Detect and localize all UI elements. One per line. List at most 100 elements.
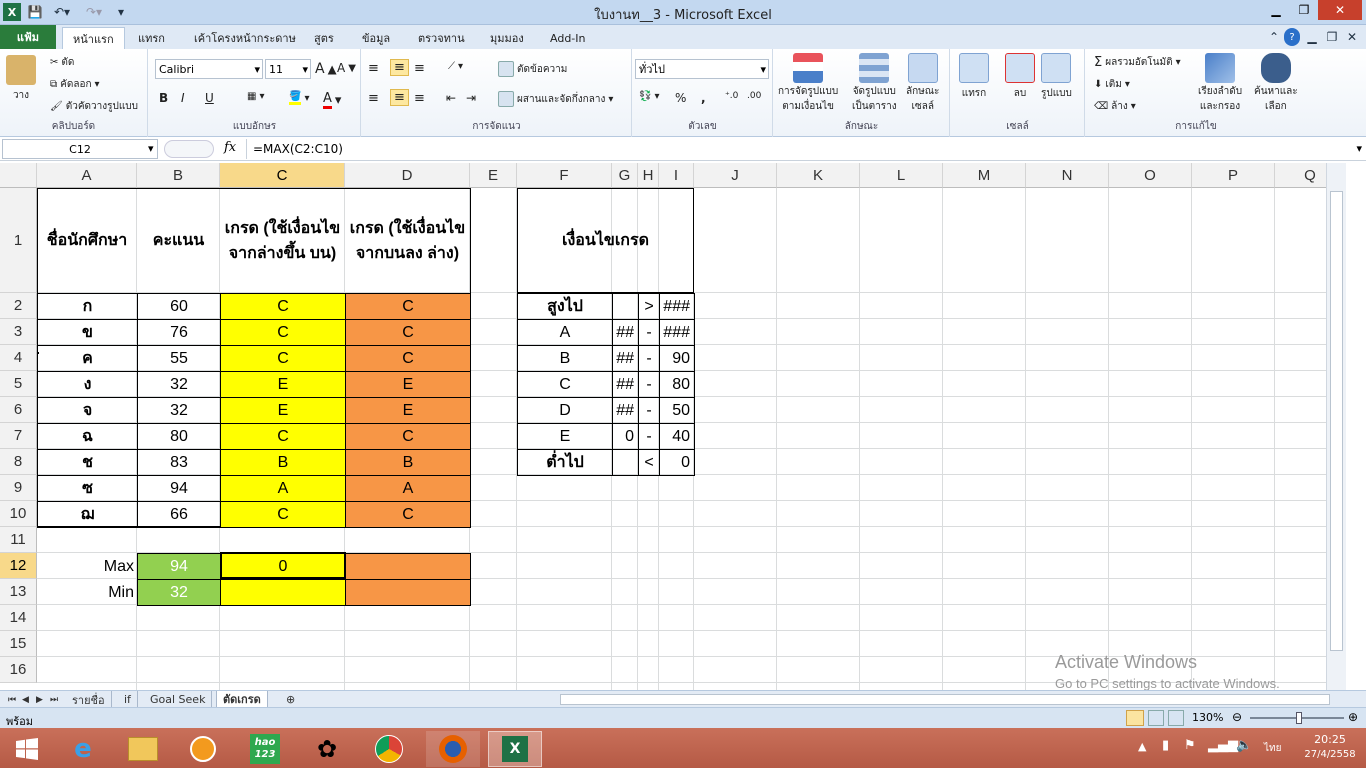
align-right-button[interactable]: ≡ bbox=[414, 91, 425, 106]
row-header-16[interactable]: 16 bbox=[0, 657, 37, 683]
row-header-11[interactable]: 11 bbox=[0, 527, 37, 553]
cell-F5[interactable]: C bbox=[517, 371, 613, 398]
help-icon[interactable]: ? bbox=[1284, 28, 1300, 46]
tab-insert[interactable]: แทรก bbox=[128, 27, 175, 49]
cell-B6[interactable]: 32 bbox=[137, 397, 221, 424]
sheet-tab-grading[interactable]: ตัดเกรด bbox=[216, 691, 268, 708]
firefox-icon[interactable] bbox=[426, 731, 480, 767]
column-header-E[interactable]: E bbox=[470, 163, 517, 188]
cell-B8[interactable]: 83 bbox=[137, 449, 221, 476]
app-orange-icon[interactable] bbox=[176, 731, 230, 767]
show-hidden-icons[interactable]: ▲ bbox=[1138, 740, 1146, 753]
photos-icon[interactable]: ✿ bbox=[300, 731, 354, 767]
tab-data[interactable]: ข้อมูล bbox=[352, 27, 400, 49]
increase-indent-button[interactable]: ⇥ bbox=[466, 91, 476, 105]
column-header-M[interactable]: M bbox=[943, 163, 1026, 188]
chevron-down-icon[interactable]: ▾ bbox=[148, 142, 154, 155]
cell-D4[interactable]: C bbox=[345, 345, 471, 372]
cell-A13[interactable]: Min bbox=[37, 579, 138, 606]
network-icon[interactable]: ▂▄▆ bbox=[1208, 738, 1238, 753]
paste-button[interactable]: วาง bbox=[6, 55, 36, 103]
excel-taskbar-icon[interactable]: X bbox=[488, 731, 542, 767]
cell-I6[interactable]: 50 bbox=[659, 397, 695, 424]
format-cells-button[interactable]: รูปแบบ bbox=[1041, 53, 1072, 101]
merge-center-button[interactable]: ผสานและจัดกึ่งกลาง ▾ bbox=[498, 91, 613, 107]
restore-button[interactable]: ❐ bbox=[1290, 0, 1318, 20]
column-header-B[interactable]: B bbox=[137, 163, 220, 188]
row-header-7[interactable]: 7 bbox=[0, 423, 37, 449]
cell-D7[interactable]: C bbox=[345, 423, 471, 450]
cell-I2[interactable]: ### bbox=[659, 293, 695, 320]
tab-formulas[interactable]: สูตร bbox=[304, 27, 344, 49]
cell-B7[interactable]: 80 bbox=[137, 423, 221, 450]
cell-D9[interactable]: A bbox=[345, 475, 471, 502]
column-header-A[interactable]: A bbox=[37, 163, 137, 188]
percent-button[interactable]: % bbox=[675, 91, 686, 105]
cell-G5[interactable]: ## bbox=[612, 371, 639, 398]
autosum-button[interactable]: Σ ผลรวมอัตโนมัติ ▾ bbox=[1094, 55, 1181, 70]
internet-explorer-icon[interactable]: e bbox=[56, 731, 110, 767]
cell-F6[interactable]: D bbox=[517, 397, 613, 424]
insert-cells-button[interactable]: แทรก bbox=[959, 53, 989, 101]
format-as-table-button[interactable]: จัดรูปแบบ เป็นตาราง bbox=[852, 53, 897, 113]
row-header-13[interactable]: 13 bbox=[0, 579, 37, 605]
workbook-close-icon[interactable]: ✕ bbox=[1344, 28, 1360, 46]
conditional-formatting-button[interactable]: การจัดรูปแบบ ตามเงื่อนไข bbox=[778, 53, 838, 113]
row-header-4[interactable]: 4 bbox=[0, 345, 37, 371]
cell-I4[interactable]: 90 bbox=[659, 345, 695, 372]
clock-date[interactable]: 27/4/2558 bbox=[1300, 749, 1360, 760]
align-top-button[interactable]: ≡ bbox=[368, 61, 379, 76]
cell-A2[interactable]: ก bbox=[37, 293, 138, 320]
language-indicator[interactable]: ไทย bbox=[1264, 741, 1281, 756]
cell-A3[interactable]: ข bbox=[37, 319, 138, 346]
cell-D5[interactable]: E bbox=[345, 371, 471, 398]
cell-G3[interactable]: ## bbox=[612, 319, 639, 346]
column-header-G[interactable]: G bbox=[612, 163, 638, 188]
volume-icon[interactable]: 🔈 bbox=[1236, 738, 1252, 753]
page-layout-view-icon[interactable] bbox=[1148, 710, 1164, 726]
tab-review[interactable]: ตรวจทาน bbox=[408, 27, 475, 49]
cell-G8[interactable] bbox=[612, 449, 639, 476]
cell-A6[interactable]: จ bbox=[37, 397, 138, 424]
number-format-field[interactable]: ทั่วไป ▾ bbox=[635, 59, 769, 79]
cell-F1-conditions-header[interactable]: เงื่อนไขเกรด bbox=[517, 188, 694, 293]
column-header-D[interactable]: D bbox=[345, 163, 470, 188]
copy-button[interactable]: ⧉ คัดลอก ▾ bbox=[50, 77, 100, 92]
cell-B2[interactable]: 60 bbox=[137, 293, 221, 320]
row-header-12[interactable]: 12 bbox=[0, 553, 37, 579]
currency-button[interactable]: 💱 ▾ bbox=[639, 91, 659, 102]
sheet-tab-if[interactable]: if bbox=[118, 691, 138, 708]
column-header-F[interactable]: F bbox=[517, 163, 612, 188]
cell-A1-name-header[interactable]: ชื่อนักศึกษา bbox=[37, 188, 137, 293]
align-left-button[interactable]: ≡ bbox=[368, 91, 379, 106]
cell-B3[interactable]: 76 bbox=[137, 319, 221, 346]
cell-A4[interactable]: ค bbox=[37, 345, 138, 372]
cell-I5[interactable]: 80 bbox=[659, 371, 695, 398]
cell-D3[interactable]: C bbox=[345, 319, 471, 346]
row-header-15[interactable]: 15 bbox=[0, 631, 37, 657]
cell-H7[interactable]: - bbox=[638, 423, 660, 450]
cell-C5[interactable]: E bbox=[220, 371, 346, 398]
find-select-button[interactable]: ค้นหาและ เลือก bbox=[1254, 53, 1298, 113]
decrease-indent-button[interactable]: ⇤ bbox=[446, 91, 456, 105]
page-break-view-icon[interactable] bbox=[1168, 710, 1184, 726]
shrink-font-button[interactable]: A ▼ bbox=[337, 61, 356, 75]
horizontal-scrollbar[interactable] bbox=[560, 694, 1330, 705]
cell-H4[interactable]: - bbox=[638, 345, 660, 372]
cell-C1-grade-header[interactable]: เกรด (ใช้เงื่อนไข จากล่างขึ้น บน) bbox=[220, 188, 345, 293]
underline-button[interactable]: U bbox=[205, 91, 214, 105]
tab-addin[interactable]: Add-In bbox=[540, 27, 595, 49]
cell-F3[interactable]: A bbox=[517, 319, 613, 346]
row-header-14[interactable]: 14 bbox=[0, 605, 37, 631]
cell-G7[interactable]: 0 bbox=[612, 423, 639, 450]
row-header-5[interactable]: 5 bbox=[0, 371, 37, 397]
cell-G2[interactable] bbox=[612, 293, 639, 320]
cell-F2[interactable]: สูงไป bbox=[517, 293, 613, 320]
cell-A9[interactable]: ซ bbox=[37, 475, 138, 502]
cell-B10[interactable]: 66 bbox=[137, 501, 221, 528]
cell-D2[interactable]: C bbox=[345, 293, 471, 320]
hao123-icon[interactable]: hao 123 bbox=[238, 731, 292, 767]
cell-B12[interactable]: 94 bbox=[137, 553, 221, 580]
row-header-2[interactable]: 2 bbox=[0, 293, 37, 319]
start-icon[interactable] bbox=[0, 731, 54, 767]
